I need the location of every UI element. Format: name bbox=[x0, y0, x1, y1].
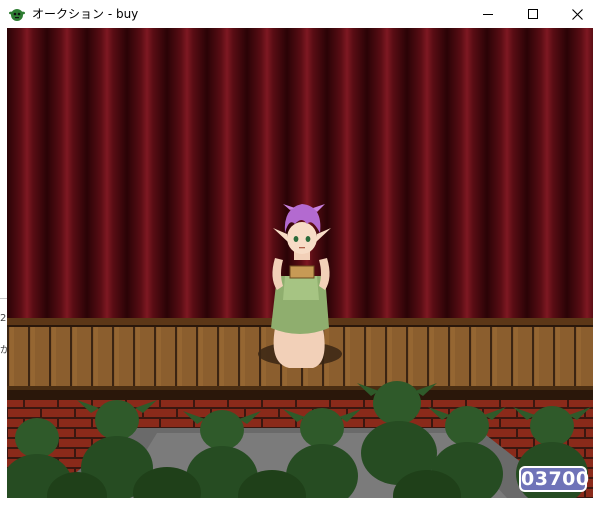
desktop-text-fragment: 2( bbox=[0, 313, 7, 324]
desktop-background bbox=[0, 28, 7, 505]
title-bar[interactable]: オークション - buy bbox=[0, 0, 600, 28]
goblin-head-icon bbox=[9, 9, 25, 21]
close-icon bbox=[572, 8, 583, 20]
score-counter: 03700 bbox=[519, 466, 590, 492]
desktop-divider bbox=[0, 298, 7, 299]
stage-scene bbox=[7, 28, 593, 498]
maximize-button[interactable] bbox=[510, 0, 555, 28]
minimize-button[interactable] bbox=[465, 0, 510, 28]
desktop-text-fragment: か bbox=[0, 345, 7, 356]
window-title: オークション - buy bbox=[32, 7, 139, 21]
minimize-icon bbox=[482, 14, 493, 15]
maximize-icon bbox=[527, 9, 538, 19]
game-canvas[interactable]: 03700 bbox=[7, 28, 593, 498]
close-button[interactable] bbox=[555, 0, 600, 28]
